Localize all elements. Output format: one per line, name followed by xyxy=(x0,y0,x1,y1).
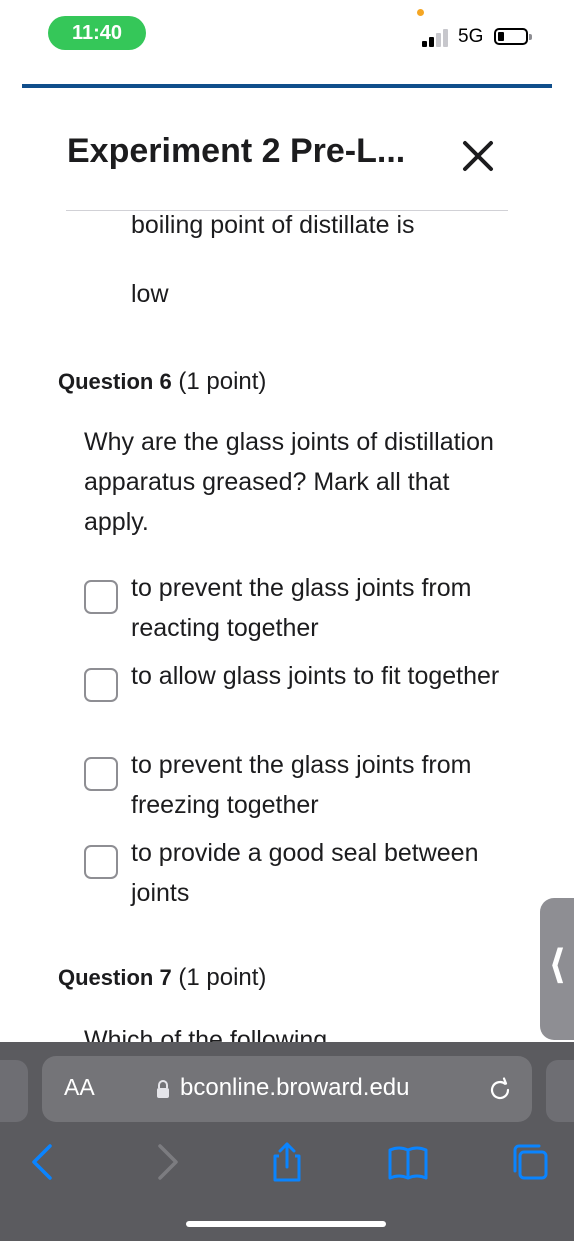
option-label[interactable]: to provide a good seal between joints xyxy=(131,833,501,913)
forward-icon[interactable] xyxy=(142,1140,190,1184)
bookmarks-icon[interactable] xyxy=(384,1140,432,1184)
question-7-heading: Question 7 (1 point) xyxy=(58,964,266,992)
question-number: Question 7 xyxy=(58,965,172,990)
question-6-heading: Question 6 (1 point) xyxy=(58,368,266,396)
question-points: (1 point) xyxy=(178,368,267,395)
previous-option-text: low xyxy=(131,280,169,308)
checkbox[interactable] xyxy=(84,668,118,702)
checkbox[interactable] xyxy=(84,757,118,791)
header-divider xyxy=(66,210,508,211)
tabs-icon[interactable] xyxy=(506,1140,554,1184)
close-icon[interactable] xyxy=(456,134,500,178)
previous-option-clipped-text: boiling point of distillate is xyxy=(131,212,415,239)
question-7-text: Which of the following xyxy=(84,1026,328,1042)
signal-icon xyxy=(422,27,452,47)
url-text[interactable]: bconline.broward.edu xyxy=(180,1074,410,1102)
option-label[interactable]: to prevent the glass joints from reactin… xyxy=(131,568,501,648)
browser-toolbar: AA bconline.broward.edu xyxy=(0,1042,574,1241)
camera-indicator-icon xyxy=(417,9,424,16)
back-icon[interactable] xyxy=(20,1140,68,1184)
question-6-option-1[interactable]: to prevent the glass joints from reactin… xyxy=(84,568,504,648)
quiz-content[interactable]: boiling point of distillate is low Quest… xyxy=(0,212,574,1042)
question-6-text: Why are the glass joints of distillation… xyxy=(84,428,494,536)
status-bar: 11:40 5G xyxy=(0,0,574,70)
chevron-left-icon: ⟨ xyxy=(548,943,567,987)
text-size-button[interactable]: AA xyxy=(64,1074,95,1101)
question-number: Question 6 xyxy=(58,369,172,394)
status-time[interactable]: 11:40 xyxy=(48,16,146,50)
question-points: (1 point) xyxy=(178,964,267,991)
next-tab-peek[interactable] xyxy=(546,1060,574,1122)
question-6-option-2[interactable]: to allow glass joints to fit together xyxy=(84,656,504,736)
header-accent-rule xyxy=(22,84,552,88)
battery-icon xyxy=(494,28,532,45)
checkbox[interactable] xyxy=(84,845,118,879)
network-label: 5G xyxy=(458,26,484,47)
question-6-option-3[interactable]: to prevent the glass joints from freezin… xyxy=(84,745,504,825)
question-6-option-4[interactable]: to provide a good seal between joints xyxy=(84,833,504,913)
reload-icon[interactable] xyxy=(486,1076,514,1104)
share-icon[interactable] xyxy=(263,1140,311,1184)
page-title: Experiment 2 Pre-L... xyxy=(67,132,406,170)
address-bar[interactable]: AA bconline.broward.edu xyxy=(42,1056,532,1122)
checkbox[interactable] xyxy=(84,580,118,614)
lock-icon xyxy=(157,1080,169,1098)
side-panel-tab[interactable]: ⟨ xyxy=(540,898,574,1040)
home-indicator[interactable] xyxy=(186,1221,386,1227)
option-label[interactable]: to allow glass joints to fit together xyxy=(131,656,501,696)
option-label[interactable]: to prevent the glass joints from freezin… xyxy=(131,745,501,825)
previous-tab-peek[interactable] xyxy=(0,1060,28,1122)
